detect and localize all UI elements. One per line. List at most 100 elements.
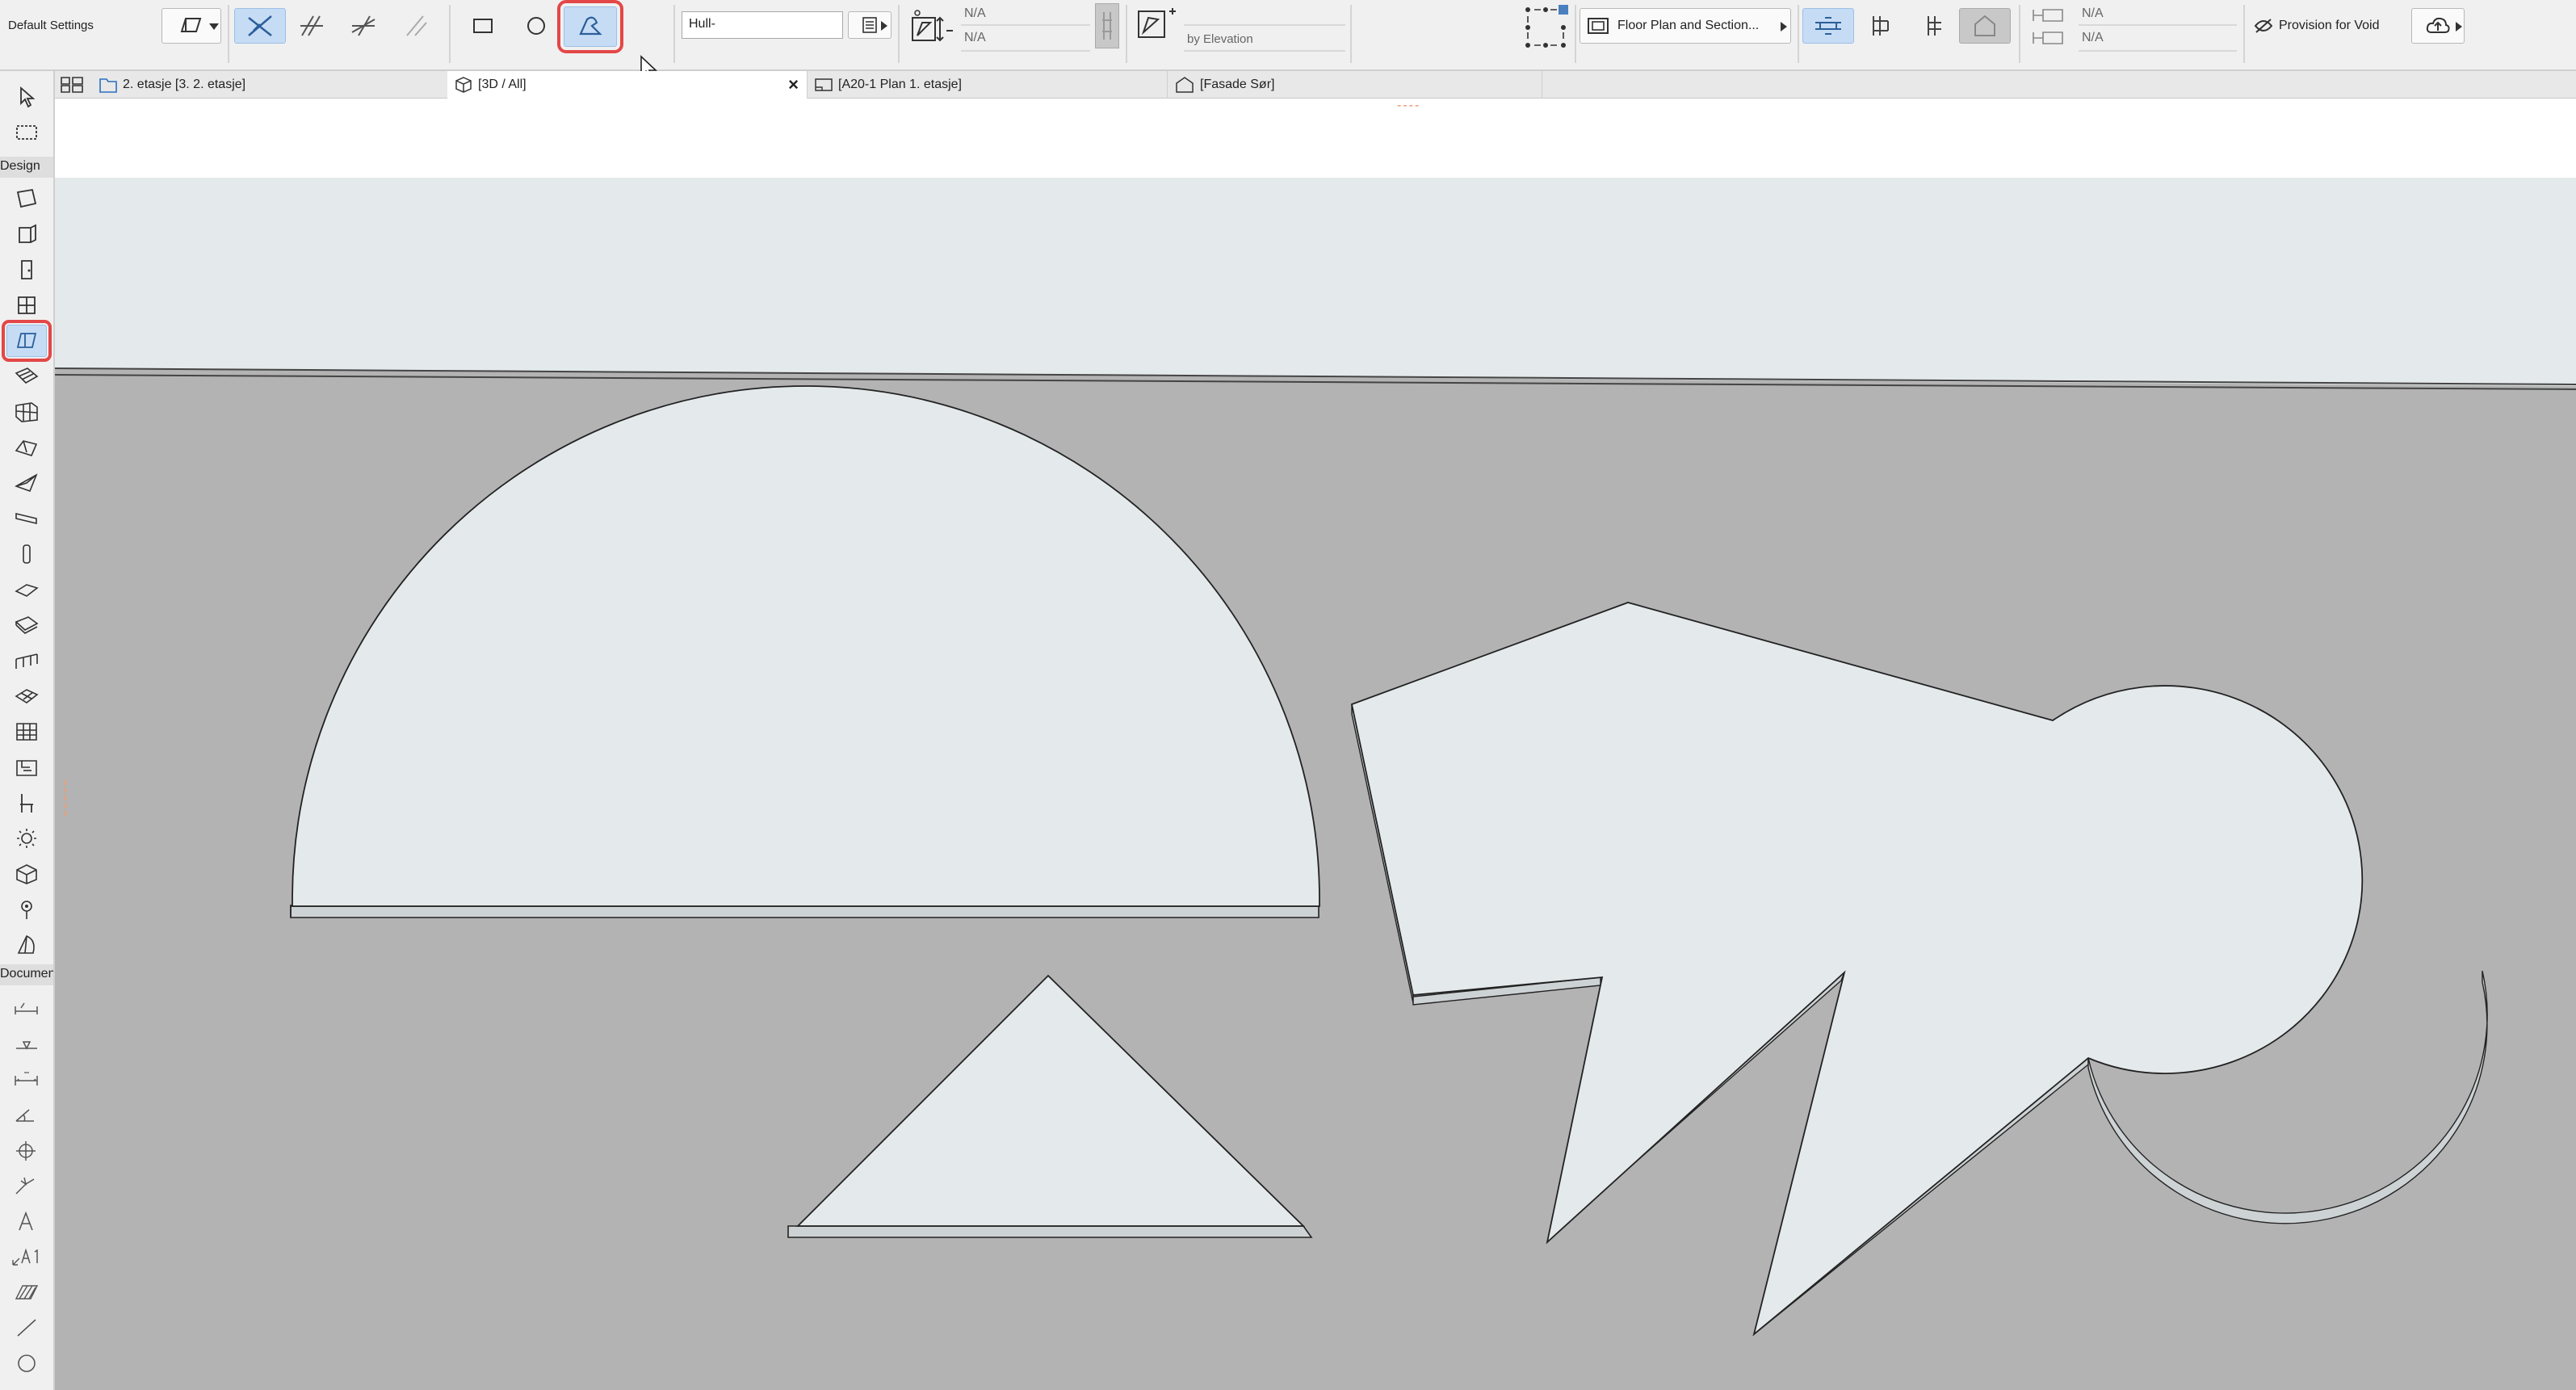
object-tool[interactable] — [6, 787, 47, 819]
beam-tool[interactable] — [6, 502, 47, 535]
mesh-tool[interactable] — [6, 573, 47, 606]
elevation-icon[interactable] — [1134, 6, 1179, 47]
roof-tool[interactable] — [6, 431, 47, 464]
linear-dimension-tool[interactable] — [6, 1063, 47, 1095]
label-a1-icon — [12, 1248, 38, 1266]
railing-tool[interactable] — [6, 645, 47, 677]
chair-icon — [20, 794, 33, 813]
fill-tool[interactable] — [6, 1276, 47, 1308]
link-icon — [1102, 12, 1112, 40]
outline-icon — [1974, 15, 1995, 36]
angle-dimension-tool[interactable] — [6, 1098, 47, 1131]
structure-mode-4-button[interactable] — [1959, 8, 2011, 44]
separator — [1184, 50, 1345, 52]
circle-icon — [527, 17, 545, 35]
cube-icon — [16, 864, 37, 884]
top-offset-value[interactable]: N/A — [964, 6, 986, 21]
geometry-method-4-button[interactable] — [389, 8, 441, 44]
elevation-dimension-tool[interactable] — [6, 1170, 47, 1202]
tab-floor-plan[interactable]: 2. etasje [3. 2. etasje] — [92, 71, 496, 99]
toolbox: Design Documen — [0, 71, 55, 1390]
tab-close-button[interactable]: × — [788, 74, 799, 95]
door-tool[interactable] — [6, 254, 47, 286]
zone-grid-tool[interactable] — [6, 716, 47, 748]
arrow-tool[interactable] — [6, 81, 47, 113]
tab-layout-plan[interactable]: [A20-1 Plan 1. etasje] — [808, 71, 1168, 99]
curtain-wall-tool[interactable] — [6, 218, 47, 250]
tab-3d[interactable]: [3D / All] × — [447, 71, 808, 99]
offset-top-value[interactable]: N/A — [2082, 6, 2104, 21]
chevron-right-icon — [881, 21, 887, 31]
radial-dimension-tool[interactable] — [6, 1134, 47, 1166]
layout-icon — [815, 78, 833, 91]
floor-plan-section-button[interactable]: Floor Plan and Section... — [1580, 8, 1791, 44]
stair-tool[interactable] — [6, 360, 47, 393]
slab-thickness-icon[interactable] — [908, 6, 956, 47]
default-settings-label[interactable]: Default Settings — [8, 19, 94, 32]
lamp-icon — [17, 829, 36, 848]
shell-curve-tool[interactable] — [6, 929, 47, 961]
camera-tool[interactable] — [6, 893, 47, 926]
level-dimension-tool[interactable] — [6, 1027, 47, 1060]
separator — [2243, 5, 2245, 63]
label-tool[interactable] — [6, 1241, 47, 1273]
structure-mode-3-button[interactable] — [1907, 8, 1959, 44]
tab-elevation[interactable]: [Fasade Sør] — [1168, 71, 1542, 99]
separator — [2079, 50, 2237, 52]
lamp-tool[interactable] — [6, 822, 47, 855]
link-toggle[interactable] — [1095, 3, 1119, 48]
layer-settings-button[interactable] — [848, 11, 892, 39]
text-tool[interactable] — [6, 1205, 47, 1237]
structure-mode-2-button[interactable] — [1856, 8, 1907, 44]
window-icon — [18, 296, 36, 314]
polygon-shape-button[interactable] — [557, 0, 623, 53]
element-settings-button[interactable] — [162, 8, 221, 44]
design-section-header[interactable]: Design — [0, 157, 53, 178]
separator — [2019, 5, 2020, 63]
separator — [449, 5, 451, 63]
linear-dimension-icon — [15, 1072, 38, 1086]
core-finish-icon — [1873, 16, 1889, 36]
dimension-tool[interactable] — [6, 992, 47, 1024]
geometry-method-3-button[interactable] — [338, 8, 389, 44]
slab-icon — [180, 18, 202, 32]
document-section-header[interactable]: Documen — [0, 964, 53, 985]
layer-field[interactable]: Hull- — [682, 11, 843, 39]
structure-mode-1-button[interactable] — [1802, 8, 1854, 44]
offset-bottom-value[interactable]: N/A — [2082, 31, 2104, 45]
shell-tool[interactable] — [6, 467, 47, 499]
view-marker-vertical — [65, 780, 66, 816]
grid-element-icon — [16, 723, 37, 741]
elevation-reference[interactable]: by Elevation — [1187, 32, 1253, 46]
cut-icon — [300, 15, 323, 36]
geometry-method-2-button[interactable] — [286, 8, 338, 44]
3d-view[interactable]: ---- — [55, 99, 2576, 1390]
rectangle-shape-button[interactable] — [457, 8, 509, 44]
window-tool[interactable] — [6, 289, 47, 321]
dimension-icon — [15, 1002, 38, 1014]
curtain-grid-tool[interactable] — [6, 396, 47, 428]
equipment-tool[interactable] — [6, 858, 47, 890]
reference-points-icon[interactable] — [1523, 5, 1568, 48]
morph-tool[interactable] — [6, 609, 47, 641]
line-tool[interactable] — [6, 1312, 47, 1344]
circle-tool[interactable] — [6, 1347, 47, 1380]
cloud-settings-button[interactable] — [2411, 8, 2465, 44]
zone-icon — [16, 760, 37, 776]
zone-tool[interactable] — [6, 751, 47, 783]
skylight-tool[interactable] — [6, 680, 47, 712]
floor-plan-label: Floor Plan and Section... — [1617, 19, 1760, 32]
marquee-tool[interactable] — [6, 116, 47, 149]
offset-icon[interactable] — [2030, 5, 2067, 48]
tab-overview-button[interactable] — [60, 76, 84, 98]
floor-plan-tab-icon — [99, 78, 117, 93]
geometry-method-1-button[interactable] — [234, 8, 286, 44]
circle-shape-button[interactable] — [510, 8, 562, 44]
provision-for-void-button[interactable]: Provision for Void — [2279, 19, 2380, 33]
3d-scene[interactable] — [55, 99, 2576, 1390]
column-tool[interactable] — [6, 538, 47, 570]
wall-tool[interactable] — [6, 183, 47, 215]
slab-tool[interactable] — [2, 320, 52, 362]
bottom-offset-value[interactable]: N/A — [964, 31, 986, 45]
chevron-right-icon — [2456, 22, 2462, 31]
